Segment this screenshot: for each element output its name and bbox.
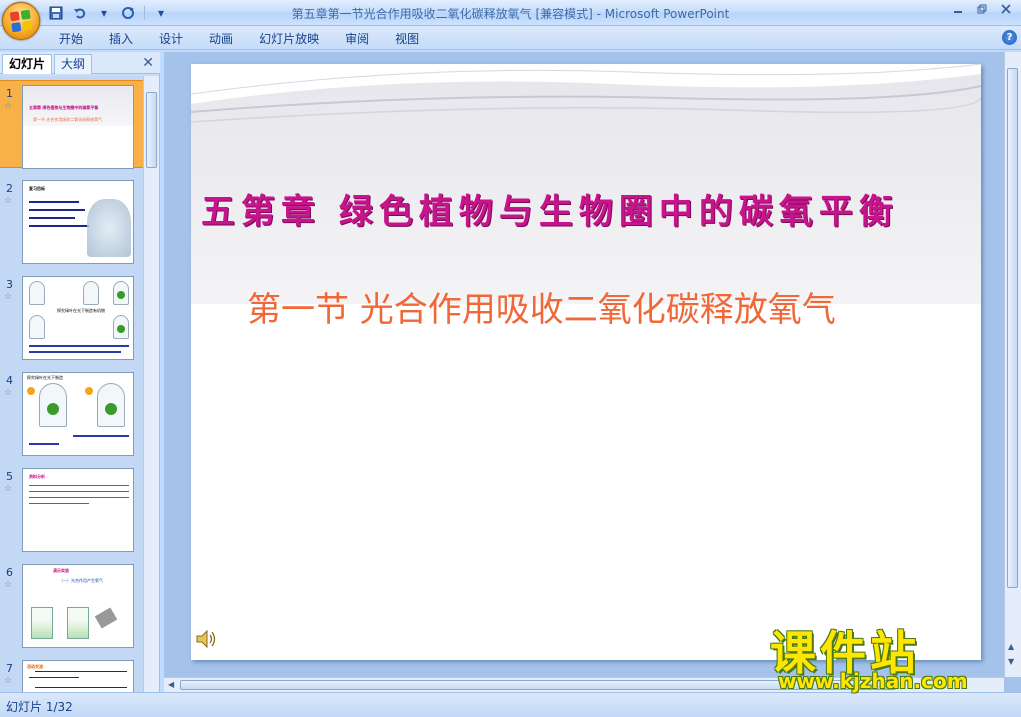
thumbnail-title: 五第章 绿色植物与生物圈中的碳氧平衡 bbox=[29, 105, 99, 110]
thumbnail-preview: 资料分析 bbox=[22, 468, 134, 552]
ribbon-tab-bar: 开始 插入 设计 动画 幻灯片放映 审阅 视图 ? bbox=[0, 26, 1021, 50]
next-slide-icon[interactable]: ▼ bbox=[1008, 657, 1014, 666]
slide-subtitle[interactable]: 第一节 光合作用吸收二氧化碳释放氧气 bbox=[247, 282, 836, 331]
slide-thumbnail-1[interactable]: 1 ☆ 五第章 绿色植物与生物圈中的碳氧平衡 第一节 光合作用吸收二氧化碳释放氧… bbox=[0, 80, 144, 169]
thumbnail-title: 活动交流 bbox=[27, 664, 43, 669]
window-title: 第五章第一节光合作用吸收二氧化碳释放氧气 [兼容模式] - Microsoft … bbox=[291, 7, 730, 21]
slide-title[interactable]: 五第章 绿色植物与生物圈中的碳氧平衡 bbox=[201, 184, 981, 233]
ribbon-tabs: 开始 插入 设计 动画 幻灯片放映 审阅 视图 bbox=[46, 30, 432, 48]
status-bar: 幻灯片 1/32 bbox=[0, 692, 1021, 717]
close-icon[interactable] bbox=[999, 2, 1013, 16]
animation-star-icon: ☆ bbox=[4, 388, 13, 398]
thumbnail-title: 复习目标 bbox=[29, 186, 45, 191]
tab-design[interactable]: 设计 bbox=[146, 30, 196, 48]
slide-thumbnail-3[interactable]: 3 ☆ 探究绿叶在光下制造有机物 bbox=[0, 272, 144, 360]
slide-number: 3 bbox=[6, 278, 13, 291]
speaker-icon[interactable] bbox=[195, 628, 217, 650]
title-bar: ▾ ▾ 第五章第一节光合作用吸收二氧化碳释放氧气 [兼容模式] - Micros… bbox=[0, 0, 1021, 40]
slide-thumbnail-7[interactable]: 7 ☆ 活动交流 bbox=[0, 656, 144, 692]
slides-pane: 幻灯片 大纲 ✕ 1 ☆ 五第章 绿色植物与生物圈中的碳氧平衡 第一节 光合作用… bbox=[0, 52, 160, 692]
thumbnail-preview: 复习目标 bbox=[22, 180, 134, 264]
animation-star-icon: ☆ bbox=[4, 580, 13, 590]
slide-editing-area: 五第章 绿色植物与生物圈中的碳氧平衡 第一节 光合作用吸收二氧化碳释放氧气 ▲ … bbox=[164, 52, 1021, 692]
current-slide[interactable]: 五第章 绿色植物与生物圈中的碳氧平衡 第一节 光合作用吸收二氧化碳释放氧气 bbox=[191, 64, 981, 660]
thumbnail-preview: 探究绿叶在光下制造有机物 bbox=[22, 276, 134, 360]
window-controls bbox=[951, 2, 1013, 16]
animation-star-icon: ☆ bbox=[4, 101, 13, 111]
thumbnail-scroll-thumb[interactable] bbox=[146, 92, 157, 168]
animation-star-icon: ☆ bbox=[4, 484, 13, 494]
slide-thumbnail-6[interactable]: 6 ☆ 演示实验 （一）光合作用产生氧气 bbox=[0, 560, 144, 648]
slide-number: 4 bbox=[6, 374, 13, 387]
animation-star-icon: ☆ bbox=[4, 676, 13, 686]
minimize-icon[interactable] bbox=[951, 2, 965, 16]
tab-review[interactable]: 审阅 bbox=[332, 30, 382, 48]
slide-vertical-scrollbar[interactable]: ▲ ▼ bbox=[1004, 52, 1021, 677]
scroll-left-icon[interactable]: ◀ bbox=[168, 680, 174, 689]
thumbnail-title: 资料分析 bbox=[29, 474, 45, 479]
tab-home[interactable]: 开始 bbox=[46, 30, 96, 48]
thumbnail-scrollbar[interactable] bbox=[143, 76, 159, 692]
thumbnail-title: 探究绿叶在光下制造 bbox=[27, 375, 63, 380]
office-logo-icon bbox=[9, 9, 33, 33]
slide-thumbnail-5[interactable]: 5 ☆ 资料分析 bbox=[0, 464, 144, 552]
tab-slide-show[interactable]: 幻灯片放映 bbox=[246, 30, 332, 48]
close-pane-icon[interactable]: ✕ bbox=[142, 55, 154, 71]
tab-slides[interactable]: 幻灯片 bbox=[2, 54, 53, 74]
slide-number: 7 bbox=[6, 662, 13, 675]
tab-animations[interactable]: 动画 bbox=[196, 30, 246, 48]
thumbnail-preview: 活动交流 bbox=[22, 660, 134, 692]
help-icon[interactable]: ? bbox=[1002, 30, 1017, 45]
watermark-url: www.kjzhan.com bbox=[778, 669, 968, 693]
thumbnail-preview: 探究绿叶在光下制造 bbox=[22, 372, 134, 456]
slide-scroll-thumb[interactable] bbox=[1007, 68, 1018, 588]
animation-star-icon: ☆ bbox=[4, 196, 13, 206]
thumbnail-subtitle: （一）光合作用产生氧气 bbox=[59, 578, 103, 583]
tab-outline[interactable]: 大纲 bbox=[54, 54, 93, 74]
slide-thumbnail-4[interactable]: 4 ☆ 探究绿叶在光下制造 bbox=[0, 368, 144, 456]
restore-icon[interactable] bbox=[975, 2, 989, 16]
animation-star-icon: ☆ bbox=[4, 292, 13, 302]
thumbnail-title: 演示实验 bbox=[53, 568, 69, 573]
slide-number: 5 bbox=[6, 470, 13, 483]
slide-number: 2 bbox=[6, 182, 13, 195]
previous-slide-icon[interactable]: ▲ bbox=[1008, 642, 1014, 651]
slide-indicator: 幻灯片 1/32 bbox=[6, 700, 73, 714]
thumbnail-preview: 演示实验 （一）光合作用产生氧气 bbox=[22, 564, 134, 648]
slide-thumbnail-2[interactable]: 2 ☆ 复习目标 bbox=[0, 176, 144, 264]
tab-view[interactable]: 视图 bbox=[382, 30, 432, 48]
thumbnail-title: 探究绿叶在光下制造有机物 bbox=[57, 308, 105, 313]
tab-insert[interactable]: 插入 bbox=[96, 30, 146, 48]
slide-number: 6 bbox=[6, 566, 13, 579]
thumbnail-preview: 五第章 绿色植物与生物圈中的碳氧平衡 第一节 光合作用吸收二氧化碳释放氧气 bbox=[22, 85, 134, 169]
slide-number: 1 bbox=[6, 87, 13, 100]
office-button[interactable] bbox=[2, 2, 40, 40]
pane-tab-strip: 幻灯片 大纲 ✕ bbox=[0, 52, 160, 74]
thumbnail-subtitle: 第一节 光合作用吸收二氧化碳释放氧气 bbox=[33, 117, 103, 122]
slide-thumbnail-list: 1 ☆ 五第章 绿色植物与生物圈中的碳氧平衡 第一节 光合作用吸收二氧化碳释放氧… bbox=[0, 76, 144, 692]
